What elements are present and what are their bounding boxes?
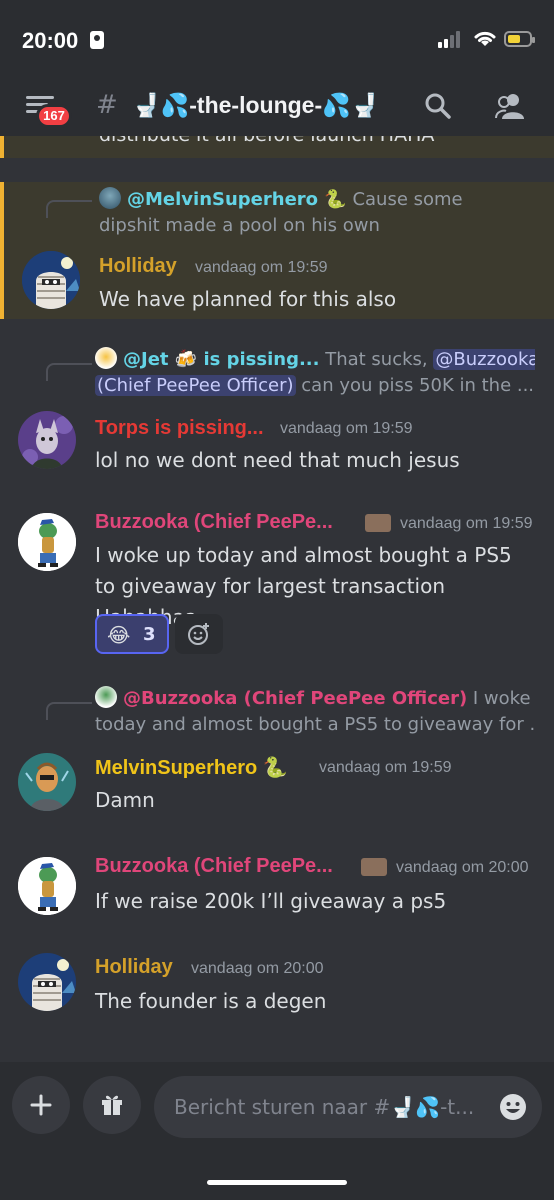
message-timestamp: vandaag om 19:59	[280, 420, 413, 437]
home-indicator[interactable]	[207, 1180, 347, 1185]
message-text: Damn	[95, 788, 155, 812]
message-timestamp: vandaag om 19:59	[195, 259, 328, 276]
mention-pill[interactable]: @Buzzooka	[433, 349, 535, 370]
message-input[interactable]: Bericht sturen naar #🚽💦-t...	[154, 1076, 542, 1138]
message-author[interactable]: Buzzooka (Chief PeePe...	[95, 511, 333, 534]
role-icon	[365, 514, 391, 532]
emoji-icon[interactable]	[498, 1092, 528, 1122]
add-reaction-icon	[188, 623, 209, 645]
gift-button[interactable]	[83, 1076, 141, 1134]
message-timestamp: vandaag om 19:59	[319, 759, 452, 776]
id-card-icon	[90, 31, 104, 49]
message-list[interactable]: distribute it all before launch HAHA @Me…	[0, 136, 554, 1062]
reply-preview[interactable]: @Buzzooka (Chief PeePee Officer) I woke …	[95, 686, 535, 712]
avatar[interactable]	[18, 513, 76, 571]
avatar[interactable]	[18, 953, 76, 1011]
avatar[interactable]	[18, 411, 76, 469]
message-author[interactable]: Holliday	[95, 956, 173, 979]
reply-connector	[46, 363, 92, 381]
message-author[interactable]: MelvinSuperhero 🐍	[95, 755, 288, 780]
status-time: 20:00	[22, 28, 79, 53]
reply-text: I woke up	[472, 688, 535, 709]
cellular-signal-icon	[438, 30, 466, 48]
reply-avatar	[99, 187, 121, 209]
highlighted-message-clipped[interactable]: distribute it all before launch HAHA	[0, 136, 554, 158]
reply-connector	[46, 702, 92, 720]
message-author[interactable]: Holliday	[99, 255, 177, 278]
message-author[interactable]: Torps is pissing...	[95, 417, 264, 440]
unread-badge: 167	[36, 104, 72, 128]
mention-pill-cont[interactable]: (Chief PeePee Officer)	[95, 375, 296, 396]
status-bar: 20:00	[0, 0, 554, 78]
attach-button[interactable]	[12, 1076, 70, 1134]
reply-author: @Jet 🍻 is pissing...	[123, 349, 320, 370]
message-input-placeholder: Bericht sturen naar #🚽💦-t...	[174, 1095, 475, 1119]
reply-connector	[46, 200, 92, 218]
laughing-emoji-icon: 😂	[107, 623, 131, 647]
message-text: distribute it all before launch HAHA	[99, 136, 434, 146]
message-text: The founder is a degen	[95, 989, 327, 1013]
reply-preview[interactable]: @MelvinSuperhero 🐍 Cause some dipshit ma…	[99, 187, 529, 239]
reply-preview-line2: today and almost bought a PS5 to giveawa…	[95, 714, 535, 735]
plus-icon	[30, 1094, 52, 1116]
message-text: lol no we dont need that much jesus	[95, 448, 460, 472]
channel-title[interactable]: 🚽💦-the-lounge-💦🚽	[132, 92, 379, 119]
channel-header: 167 # 🚽💦-the-lounge-💦🚽	[0, 78, 554, 136]
message-author[interactable]: Buzzooka (Chief PeePe...	[95, 855, 333, 878]
reply-avatar	[95, 686, 117, 708]
search-icon[interactable]	[424, 92, 452, 120]
battery-icon	[504, 31, 535, 47]
gift-icon	[102, 1095, 122, 1115]
reply-text: That sucks,	[325, 349, 428, 370]
members-icon[interactable]	[494, 92, 526, 120]
reply-preview-line2: (Chief PeePee Officer) can you piss 50K …	[95, 373, 535, 399]
reply-text: can you piss 50K in the ...	[301, 375, 535, 396]
avatar[interactable]	[18, 857, 76, 915]
role-icon	[361, 858, 387, 876]
add-reaction-button[interactable]	[175, 614, 223, 654]
reaction-count: 3	[143, 624, 156, 645]
wifi-icon	[474, 31, 496, 46]
message-timestamp: vandaag om 20:00	[191, 960, 324, 977]
reply-preview[interactable]: @Jet 🍻 is pissing... That sucks, @Buzzoo…	[95, 347, 535, 373]
message-text: We have planned for this also	[99, 287, 397, 311]
message-holliday-1[interactable]: @MelvinSuperhero 🐍 Cause some dipshit ma…	[0, 182, 554, 319]
reply-avatar	[95, 347, 117, 369]
message-timestamp: vandaag om 19:59	[400, 515, 533, 532]
reaction-laughing[interactable]: 😂 3	[95, 614, 169, 654]
reply-author: @Buzzooka (Chief PeePee Officer)	[123, 688, 468, 709]
message-timestamp: vandaag om 20:00	[396, 859, 529, 876]
reply-author: @MelvinSuperhero 🐍	[127, 189, 347, 210]
channel-hash-icon: #	[96, 90, 118, 120]
message-text: If we raise 200k I’ll giveaway a ps5	[95, 889, 447, 913]
avatar[interactable]	[18, 753, 76, 811]
avatar[interactable]	[22, 251, 80, 309]
